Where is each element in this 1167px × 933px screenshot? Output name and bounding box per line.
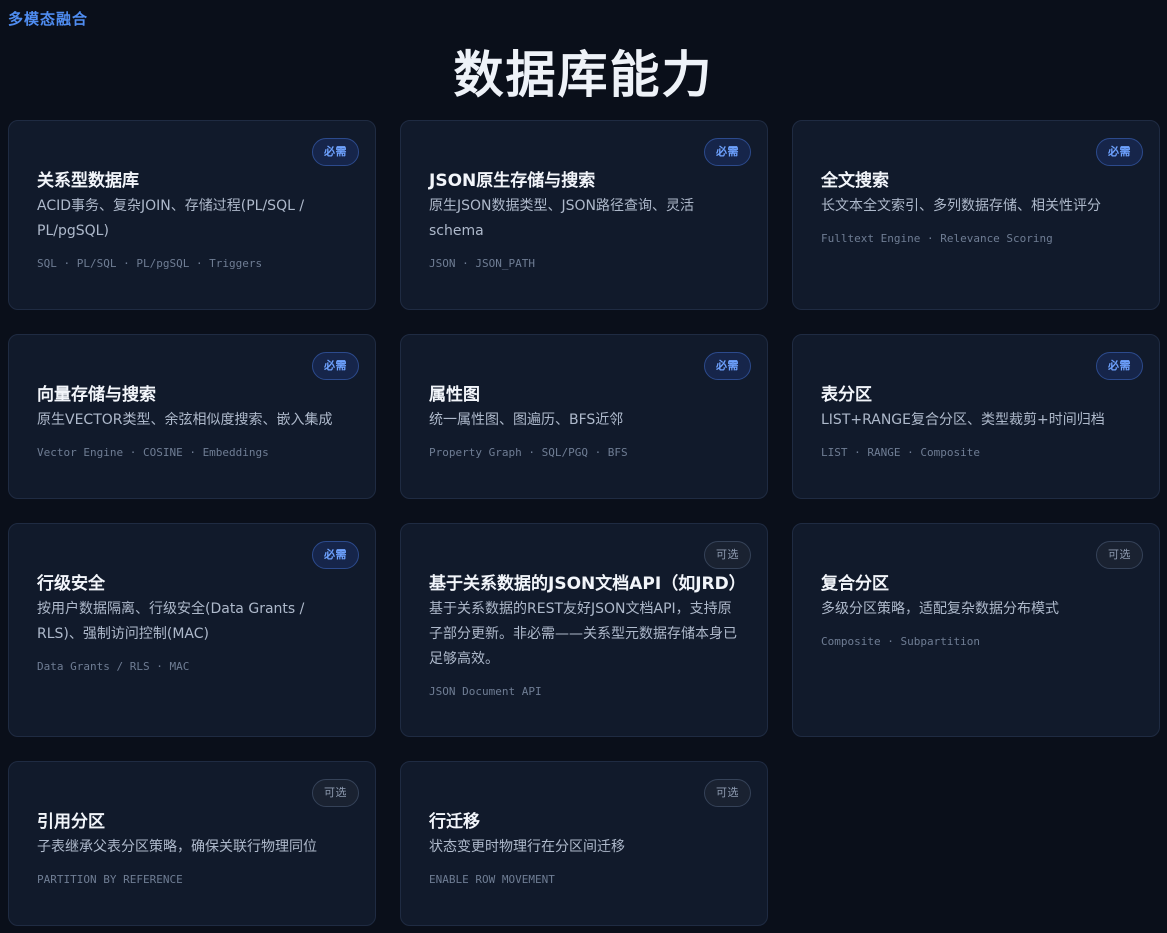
card-title: 复合分区 (821, 574, 889, 594)
required-badge: 必需 (312, 138, 359, 166)
optional-badge: 可选 (704, 779, 751, 807)
card-title: 引用分区 (37, 812, 105, 832)
capability-card-fulltext: 必需 全文搜索 长文本全文索引、多列数据存储、相关性评分 Fulltext En… (792, 120, 1160, 310)
section-eyebrow: 多模态融合 (8, 10, 89, 28)
page-title: 数据库能力 (453, 46, 714, 104)
card-description: 多级分区策略，适配复杂数据分布模式 (821, 601, 1059, 617)
card-title: 关系型数据库 (37, 171, 139, 191)
card-tags: Composite · Subpartition (821, 635, 980, 648)
card-description: 基于关系数据的REST友好JSON文档API，支持原子部分更新。非必需——关系型… (429, 601, 737, 667)
required-badge: 必需 (1096, 138, 1143, 166)
card-title: 行迁移 (429, 812, 480, 832)
card-title: 行级安全 (37, 574, 105, 594)
card-tags: Vector Engine · COSINE · Embeddings (37, 446, 269, 459)
capability-card-row-security: 必需 行级安全 按用户数据隔离、行级安全(Data Grants / RLS)、… (8, 523, 376, 737)
optional-badge: 可选 (312, 779, 359, 807)
capability-card-reference-partition: 可选 引用分区 子表继承父表分区策略，确保关联行物理同位 PARTITION B… (8, 761, 376, 926)
card-title: 基于关系数据的JSON文档API（如JRD） (429, 574, 746, 594)
required-badge: 必需 (312, 352, 359, 380)
card-title: 全文搜索 (821, 171, 889, 191)
card-description: 原生JSON数据类型、JSON路径查询、灵活schema (429, 198, 695, 239)
card-tags: SQL · PL/SQL · PL/pgSQL · Triggers (37, 257, 263, 270)
card-description: 统一属性图、图遍历、BFS近邻 (429, 412, 624, 428)
capability-card-json-document-api: 可选 基于关系数据的JSON文档API（如JRD） 基于关系数据的REST友好J… (400, 523, 768, 737)
card-tags: JSON · JSON_PATH (429, 257, 535, 270)
card-tags: LIST · RANGE · Composite (821, 446, 980, 459)
card-description: 原生VECTOR类型、余弦相似度搜索、嵌入集成 (37, 412, 333, 428)
optional-badge: 可选 (704, 541, 751, 569)
card-description: 按用户数据隔离、行级安全(Data Grants / RLS)、强制访问控制(M… (37, 601, 305, 642)
card-title: 表分区 (821, 385, 872, 405)
card-description: 状态变更时物理行在分区间迁移 (429, 839, 625, 855)
capabilities-page: 多模态融合 数据库能力 必需 关系型数据库 ACID事务、复杂JOIN、存储过程… (0, 0, 1167, 933)
card-tags: Property Graph · SQL/PGQ · BFS (429, 446, 628, 459)
capability-card-relational: 必需 关系型数据库 ACID事务、复杂JOIN、存储过程(PL/SQL / PL… (8, 120, 376, 310)
capability-card-composite-partition: 可选 复合分区 多级分区策略，适配复杂数据分布模式 Composite · Su… (792, 523, 1160, 737)
card-description: 子表继承父表分区策略，确保关联行物理同位 (37, 839, 317, 855)
required-badge: 必需 (312, 541, 359, 569)
required-badge: 必需 (1096, 352, 1143, 380)
capability-card-property-graph: 必需 属性图 统一属性图、图遍历、BFS近邻 Property Graph · … (400, 334, 768, 499)
card-title: 属性图 (429, 385, 480, 405)
card-tags: Fulltext Engine · Relevance Scoring (821, 232, 1053, 245)
required-badge: 必需 (704, 138, 751, 166)
card-title: JSON原生存储与搜索 (429, 171, 596, 191)
capability-card-table-partition: 必需 表分区 LIST+RANGE复合分区、类型裁剪+时间归档 LIST · R… (792, 334, 1160, 499)
required-badge: 必需 (704, 352, 751, 380)
card-description: 长文本全文索引、多列数据存储、相关性评分 (821, 198, 1101, 214)
optional-badge: 可选 (1096, 541, 1143, 569)
capability-card-vector: 必需 向量存储与搜索 原生VECTOR类型、余弦相似度搜索、嵌入集成 Vecto… (8, 334, 376, 499)
card-title: 向量存储与搜索 (37, 385, 156, 405)
card-tags: PARTITION BY REFERENCE (37, 873, 183, 886)
card-tags: JSON Document API (429, 685, 542, 698)
card-description: ACID事务、复杂JOIN、存储过程(PL/SQL / PL/pgSQL) (37, 198, 305, 239)
card-description: LIST+RANGE复合分区、类型裁剪+时间归档 (821, 412, 1105, 428)
capability-card-row-movement: 可选 行迁移 状态变更时物理行在分区间迁移 ENABLE ROW MOVEMEN… (400, 761, 768, 926)
card-tags: Data Grants / RLS · MAC (37, 660, 190, 673)
card-tags: ENABLE ROW MOVEMENT (429, 873, 555, 886)
capability-card-json: 必需 JSON原生存储与搜索 原生JSON数据类型、JSON路径查询、灵活sch… (400, 120, 768, 310)
